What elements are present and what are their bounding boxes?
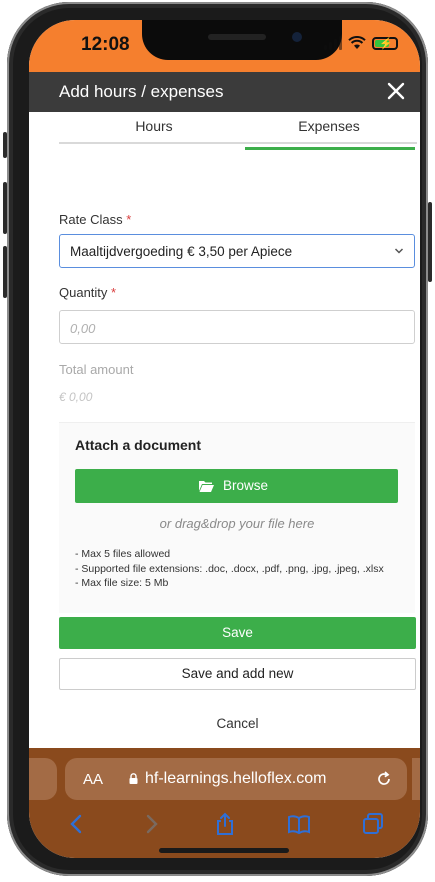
url-text: hf-learnings.helloflex.com xyxy=(145,770,327,787)
total-amount-label: Total amount xyxy=(59,362,134,377)
status-icons: ⚡ xyxy=(324,36,398,50)
modal-title: Add hours / expenses xyxy=(59,82,224,101)
folder-icon xyxy=(199,481,214,492)
required-mark: * xyxy=(126,212,132,227)
lock-icon xyxy=(129,773,138,784)
quantity-label: Quantity * xyxy=(59,285,116,300)
battery-icon: ⚡ xyxy=(372,36,398,50)
tab-hours[interactable]: Hours xyxy=(69,118,239,134)
share-icon[interactable] xyxy=(213,812,237,836)
attach-title: Attach a document xyxy=(75,437,202,453)
browser-bar: AA hf-learnings.helloflex.com xyxy=(29,748,420,858)
silent-switch xyxy=(3,132,7,158)
save-and-add-new-button[interactable]: Save and add new xyxy=(59,658,416,690)
total-amount-value: € 0,00 xyxy=(59,390,93,404)
note-max-files: - Max 5 files allowed xyxy=(75,548,171,560)
notch xyxy=(142,20,342,60)
browse-label: Browse xyxy=(223,478,269,493)
close-icon[interactable] xyxy=(382,77,410,105)
cancel-button[interactable]: Cancel xyxy=(59,716,416,731)
wifi-icon xyxy=(348,36,366,49)
back-icon[interactable] xyxy=(65,812,89,836)
volume-up-button xyxy=(3,182,7,234)
required-mark: * xyxy=(111,285,117,300)
note-extensions: - Supported file extensions: .doc, .docx… xyxy=(75,562,384,575)
rate-class-label-text: Rate Class xyxy=(59,212,123,227)
front-camera xyxy=(292,32,302,42)
rate-class-label: Rate Class * xyxy=(59,212,131,227)
browse-button[interactable]: Browse xyxy=(75,469,398,503)
rate-class-value: Maaltijdvergoeding € 3,50 per Apiece xyxy=(70,244,293,259)
forward-icon[interactable] xyxy=(139,812,163,836)
drag-drop-hint[interactable]: or drag&drop your file here xyxy=(59,516,415,531)
upload-notes: - Max 5 files allowed - Supported file e… xyxy=(75,548,395,592)
status-time: 12:08 xyxy=(81,34,130,55)
volume-down-button xyxy=(3,246,7,298)
status-bar: 12:08 ⚡ xyxy=(29,20,420,72)
attach-document-panel: Attach a document Browse or drag&drop yo… xyxy=(59,422,415,613)
next-tab-peek[interactable] xyxy=(412,758,420,800)
phone-frame: 12:08 ⚡ Add hours / expenses Hours Expen… xyxy=(3,2,432,876)
reload-icon[interactable] xyxy=(375,770,393,788)
chevron-down-icon xyxy=(394,248,404,254)
active-tab-indicator xyxy=(245,147,415,150)
tabs-icon[interactable] xyxy=(361,812,385,836)
address-bar[interactable]: AA hf-learnings.helloflex.com xyxy=(65,758,407,800)
save-button[interactable]: Save xyxy=(59,617,416,649)
tab-bar: Hours Expenses xyxy=(59,112,417,144)
speaker xyxy=(208,34,266,40)
quantity-input[interactable]: 0,00 xyxy=(59,310,415,344)
power-button xyxy=(428,202,432,282)
modal-header: Add hours / expenses xyxy=(29,72,420,112)
signal-icon xyxy=(324,36,342,50)
home-indicator xyxy=(159,848,289,853)
book-icon[interactable] xyxy=(287,812,311,836)
tab-expenses[interactable]: Expenses xyxy=(244,118,414,134)
quantity-placeholder: 0,00 xyxy=(70,321,96,336)
quantity-label-text: Quantity xyxy=(59,285,108,300)
note-max-size: - Max file size: 5 Mb xyxy=(75,577,169,589)
browser-toolbar xyxy=(29,812,420,842)
phone-screen: 12:08 ⚡ Add hours / expenses Hours Expen… xyxy=(29,20,420,858)
rate-class-select[interactable]: Maaltijdvergoeding € 3,50 per Apiece xyxy=(59,234,415,268)
text-size-button[interactable]: AA xyxy=(83,771,103,788)
previous-tab-peek[interactable] xyxy=(29,758,57,800)
